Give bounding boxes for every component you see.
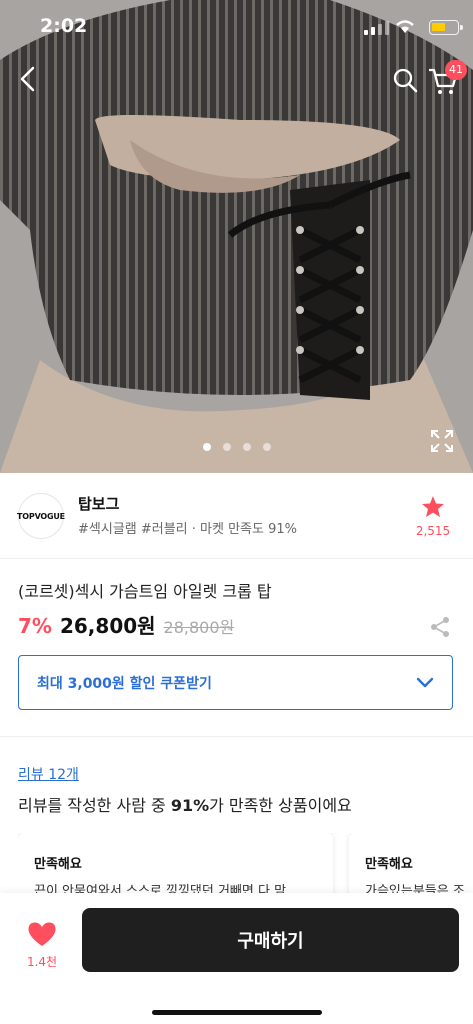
review-card-title: 만족해요 xyxy=(34,857,82,872)
review-cards[interactable]: 만족해요 끈이 안묶여와서 스스로 낑낑댔던 거빼면 다 맘 만족해요 가슴있는… xyxy=(18,833,473,893)
expand-icon[interactable] xyxy=(431,430,453,452)
coupon-label: 최대 3,000원 할인 쿠폰받기 xyxy=(37,675,212,692)
store-favorite-count: 2,515 xyxy=(415,524,451,538)
original-price: 28,800원 xyxy=(163,618,235,637)
signal-icon xyxy=(364,21,389,35)
home-indicator xyxy=(152,1010,322,1015)
review-card-body: 끈이 안묶여와서 스스로 낑낑댔던 거빼면 다 맘 xyxy=(34,884,287,893)
coupon-button[interactable]: 최대 3,000원 할인 쿠폰받기 xyxy=(18,655,453,710)
pagination-dot[interactable] xyxy=(223,443,231,451)
discount-rate: 7% xyxy=(18,614,52,638)
review-card-body: 가슴있는분들은 조 xyxy=(365,884,465,893)
bottom-action-bar: 1.4천 구매하기 xyxy=(0,893,473,1024)
section-divider xyxy=(0,736,473,737)
review-summary-percent: 91% xyxy=(170,796,210,815)
heart-icon xyxy=(28,922,56,946)
search-icon[interactable] xyxy=(391,66,419,94)
product-name: (코르셋)섹시 가슴트임 아일렛 크롭 탑 xyxy=(18,582,272,601)
review-summary-prefix: 리뷰를 작성한 사람 중 xyxy=(18,796,171,815)
back-arrow-icon[interactable] xyxy=(14,64,44,94)
buy-button[interactable]: 구매하기 xyxy=(82,908,459,972)
status-time: 2:02 xyxy=(40,15,88,37)
like-button[interactable]: 1.4천 xyxy=(22,921,62,970)
store-tags: #섹시글램 #러블리 · 마켓 만족도 91% xyxy=(78,522,297,537)
cart-count-badge: 41 xyxy=(445,60,467,80)
price-row: 7% 26,800원 28,800원 xyxy=(18,610,234,639)
review-card[interactable]: 만족해요 가슴있는분들은 조 xyxy=(349,833,473,893)
pagination-dot[interactable] xyxy=(243,443,251,451)
review-count-link[interactable]: 리뷰 12개 xyxy=(18,764,79,784)
sale-price: 26,800원 xyxy=(59,614,156,638)
chevron-down-icon xyxy=(416,677,434,688)
image-pagination[interactable] xyxy=(203,443,271,451)
pagination-dot[interactable] xyxy=(263,443,271,451)
review-summary: 리뷰를 작성한 사람 중 91%가 만족한 상품이에요 xyxy=(18,792,352,816)
status-bar: 2:02 xyxy=(0,0,473,54)
store-favorite-button[interactable]: 2,515 xyxy=(413,495,453,538)
pagination-dot[interactable] xyxy=(203,443,211,451)
store-row[interactable]: TOPVOGUE 탑보그 #섹시글램 #러블리 · 마켓 만족도 91% 2,5… xyxy=(0,473,473,559)
wifi-icon xyxy=(396,20,414,33)
product-image[interactable]: 2:02 41 xyxy=(0,0,473,473)
review-card[interactable]: 만족해요 끈이 안묶여와서 스스로 낑낑댔던 거빼면 다 맘 xyxy=(18,833,333,893)
star-icon xyxy=(422,496,444,517)
store-name[interactable]: 탑보그 xyxy=(78,493,119,514)
review-summary-suffix: 가 만족한 상품이에요 xyxy=(209,796,352,815)
share-icon[interactable] xyxy=(429,616,451,638)
like-count: 1.4천 xyxy=(26,955,58,969)
battery-icon xyxy=(429,20,463,35)
store-logo[interactable]: TOPVOGUE xyxy=(17,493,65,539)
review-card-title: 만족해요 xyxy=(365,857,413,872)
